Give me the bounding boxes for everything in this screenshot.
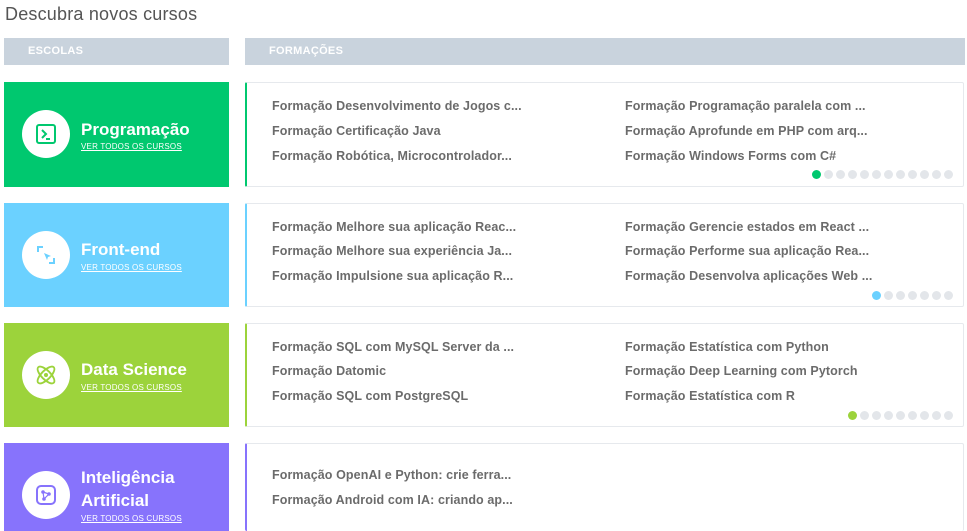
trainings-panel-inteligencia-artificial: Formação OpenAI e Python: crie ferra... …: [245, 443, 964, 531]
carousel-pagination: [812, 170, 953, 179]
school-icon-badge: [22, 471, 70, 519]
carousel-dot[interactable]: [860, 170, 869, 179]
course-link[interactable]: Formação Impulsione sua aplicação R...: [272, 269, 513, 283]
course-link[interactable]: Formação Datomic: [272, 364, 386, 378]
course-link[interactable]: Formação Android com IA: criando ap...: [272, 493, 513, 507]
course-link[interactable]: Formação SQL com PostgreSQL: [272, 389, 468, 403]
carousel-dot[interactable]: [872, 411, 881, 420]
schools-header: ESCOLAS: [4, 38, 229, 65]
carousel-dot[interactable]: [884, 170, 893, 179]
trainings-panel-data-science: Formação SQL com MySQL Server da ... For…: [245, 323, 964, 427]
course-link[interactable]: Formação Deep Learning com Pytorch: [625, 364, 858, 378]
school-icon-badge: [22, 110, 70, 158]
course-link[interactable]: Formação Robótica, Microcontrolador...: [272, 149, 512, 163]
carousel-dot[interactable]: [836, 170, 845, 179]
carousel-dot[interactable]: [908, 170, 917, 179]
school-name: Data Science: [81, 360, 187, 379]
see-all-courses-link[interactable]: VER TODOS OS CURSOS: [81, 514, 182, 523]
course-link[interactable]: Formação Certificação Java: [272, 124, 441, 138]
carousel-dot[interactable]: [920, 291, 929, 300]
carousel-pagination: [872, 291, 953, 300]
course-link[interactable]: Formação Programação paralela com ...: [625, 99, 866, 113]
school-name-line: Artificial: [81, 491, 150, 510]
carousel-dot[interactable]: [920, 170, 929, 179]
course-link[interactable]: Formação Estatística com Python: [625, 340, 829, 354]
see-all-courses-link[interactable]: VER TODOS OS CURSOS: [81, 142, 182, 151]
carousel-dot[interactable]: [896, 170, 905, 179]
carousel-dot[interactable]: [896, 411, 905, 420]
carousel-dot[interactable]: [848, 170, 857, 179]
school-name: Front-end: [81, 240, 161, 259]
course-link[interactable]: Formação Desenvolva aplicações Web ...: [625, 269, 872, 283]
atom-icon: [36, 365, 56, 385]
course-link[interactable]: Formação Melhore sua aplicação Reac...: [272, 220, 516, 234]
course-link[interactable]: Formação Windows Forms com C#: [625, 149, 836, 163]
carousel-dot[interactable]: [932, 170, 941, 179]
school-card-front-end[interactable]: Front-end VER TODOS OS CURSOS: [4, 203, 229, 307]
school-icon-badge: [22, 231, 70, 279]
course-link[interactable]: Formação Performe sua aplicação Rea...: [625, 244, 869, 258]
carousel-dot[interactable]: [944, 411, 953, 420]
trainings-header: FORMAÇÕES: [245, 38, 965, 65]
carousel-dot[interactable]: [908, 411, 917, 420]
course-link[interactable]: Formação OpenAI e Python: crie ferra...: [272, 468, 511, 482]
terminal-icon: [36, 124, 56, 144]
school-card-inteligencia-artificial[interactable]: Inteligência Artificial VER TODOS OS CUR…: [4, 443, 229, 531]
page-title: Descubra novos cursos: [5, 4, 198, 24]
carousel-dot[interactable]: [884, 291, 893, 300]
carousel-dot[interactable]: [932, 291, 941, 300]
carousel-dot[interactable]: [884, 411, 893, 420]
course-link[interactable]: Formação Desenvolvimento de Jogos c...: [272, 99, 522, 113]
course-link[interactable]: Formação Gerencie estados em React ...: [625, 220, 869, 234]
see-all-courses-link[interactable]: VER TODOS OS CURSOS: [81, 383, 182, 392]
carousel-dot[interactable]: [872, 291, 881, 300]
carousel-dot[interactable]: [824, 170, 833, 179]
carousel-dot[interactable]: [920, 411, 929, 420]
see-all-courses-link[interactable]: VER TODOS OS CURSOS: [81, 263, 182, 272]
trainings-panel-front-end: Formação Melhore sua aplicação Reac... F…: [245, 203, 964, 307]
carousel-dot[interactable]: [944, 291, 953, 300]
course-link[interactable]: Formação Aprofunde em PHP com arq...: [625, 124, 868, 138]
course-link[interactable]: Formação Melhore sua experiência Ja...: [272, 244, 512, 258]
carousel-dot[interactable]: [908, 291, 917, 300]
carousel-dot[interactable]: [896, 291, 905, 300]
carousel-dot[interactable]: [812, 170, 821, 179]
carousel-dot[interactable]: [872, 170, 881, 179]
carousel-pagination: [848, 411, 953, 420]
network-icon: [36, 485, 56, 505]
cursor-select-icon: [37, 246, 55, 264]
school-card-data-science[interactable]: Data Science VER TODOS OS CURSOS: [4, 323, 229, 427]
school-name-line: Inteligência: [81, 468, 175, 487]
course-link[interactable]: Formação Estatística com R: [625, 389, 795, 403]
carousel-dot[interactable]: [944, 170, 953, 179]
carousel-dot[interactable]: [860, 411, 869, 420]
carousel-dot[interactable]: [848, 411, 857, 420]
carousel-dot[interactable]: [932, 411, 941, 420]
school-card-programacao[interactable]: Programação VER TODOS OS CURSOS: [4, 82, 229, 187]
trainings-panel-programacao: Formação Desenvolvimento de Jogos c... F…: [245, 82, 964, 187]
school-name: Programação: [81, 120, 190, 139]
school-icon-badge: [22, 351, 70, 399]
course-link[interactable]: Formação SQL com MySQL Server da ...: [272, 340, 514, 354]
